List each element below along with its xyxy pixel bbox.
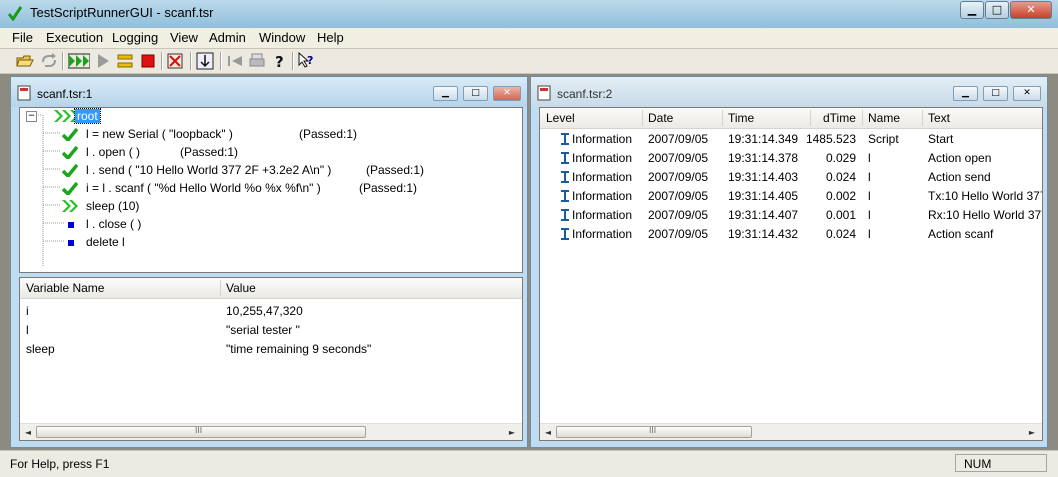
scroll-right-arrow[interactable]: ►: [506, 426, 518, 439]
column-variable-name[interactable]: Variable Name: [26, 281, 104, 295]
info-level-icon: [561, 133, 569, 145]
context-help-icon[interactable]: ?: [298, 52, 316, 70]
pending-bullet-icon: [68, 222, 74, 228]
log-header: Level Date Time dTime Name Text: [540, 108, 1042, 129]
log-window-minimize-button[interactable]: ▁: [953, 86, 978, 101]
run-all-icon[interactable]: [68, 52, 90, 70]
maximize-button[interactable]: □: [985, 1, 1009, 19]
menu-help[interactable]: Help: [317, 30, 344, 45]
info-level-icon: [561, 209, 569, 221]
scroll-thumb[interactable]: III: [556, 426, 752, 438]
column-dtime[interactable]: dTime: [823, 111, 856, 125]
log-window-title-bar[interactable]: scanf.tsr:2 ▁ □ ✕: [531, 77, 1047, 107]
script-window-title-bar[interactable]: scanf.tsr:1 ▁ □ ✕: [11, 77, 527, 107]
variables-horizontal-scrollbar[interactable]: ◄ III ►: [20, 423, 522, 440]
refresh-icon[interactable]: [40, 52, 58, 70]
close-button[interactable]: ✕: [1010, 1, 1052, 19]
menu-admin[interactable]: Admin: [209, 30, 246, 45]
minimize-button[interactable]: ▁: [960, 1, 984, 19]
column-date[interactable]: Date: [648, 111, 673, 125]
running-arrows-icon: [62, 200, 78, 212]
info-level-icon: [561, 171, 569, 183]
print-icon[interactable]: [248, 52, 266, 70]
log-list[interactable]: Level Date Time dTime Name Text Informat…: [539, 107, 1043, 441]
menu-bar: File Execution Logging View Admin Window…: [0, 28, 1058, 49]
document-icon: [17, 85, 31, 101]
passed-check-icon: [62, 181, 78, 195]
breakpoint-icon[interactable]: [166, 52, 184, 70]
script-window-maximize-button[interactable]: □: [463, 86, 488, 101]
log-window-close-button[interactable]: ✕: [1013, 86, 1041, 101]
menu-file[interactable]: File: [12, 30, 33, 45]
svg-text:?: ?: [307, 54, 313, 67]
document-icon: [537, 85, 551, 101]
variables-header: Variable Name Value: [20, 278, 522, 299]
status-help-text: For Help, press F1: [10, 457, 110, 471]
info-level-icon: [561, 228, 569, 240]
open-folder-icon[interactable]: [16, 52, 34, 70]
column-value[interactable]: Value: [226, 281, 256, 295]
variables-list[interactable]: Variable Name Value i 10,255,47,320 l "s…: [19, 277, 523, 441]
num-lock-indicator: NUM: [955, 454, 1047, 472]
play-icon[interactable]: [94, 52, 112, 70]
column-name[interactable]: Name: [868, 111, 900, 125]
toolbar: ? ?: [0, 49, 1058, 74]
script-window-close-button[interactable]: ✕: [493, 86, 521, 101]
script-window[interactable]: scanf.tsr:1 ▁ □ ✕ − root l = new Serial …: [10, 76, 528, 448]
log-horizontal-scrollbar[interactable]: ◄ III ►: [540, 423, 1042, 440]
menu-view[interactable]: View: [170, 30, 198, 45]
info-level-icon: [561, 152, 569, 164]
rewind-icon[interactable]: [226, 52, 244, 70]
scroll-left-arrow[interactable]: ◄: [22, 426, 34, 439]
column-text[interactable]: Text: [928, 111, 950, 125]
tree-root-node[interactable]: root: [74, 108, 101, 124]
app-check-icon: [7, 6, 23, 21]
info-level-icon: [561, 190, 569, 202]
scroll-thumb[interactable]: III: [36, 426, 366, 438]
script-window-title: scanf.tsr:1: [37, 87, 93, 101]
column-time[interactable]: Time: [728, 111, 754, 125]
scroll-left-arrow[interactable]: ◄: [542, 426, 554, 439]
column-level[interactable]: Level: [546, 111, 575, 125]
script-tree-view[interactable]: − root l = new Serial ( "loopback" ) (Pa…: [19, 107, 523, 273]
mdi-client-area: scanf.tsr:1 ▁ □ ✕ − root l = new Serial …: [0, 74, 1058, 450]
log-window[interactable]: scanf.tsr:2 ▁ □ ✕ Level Date Time dTime …: [530, 76, 1048, 448]
passed-check-icon: [62, 145, 78, 159]
menu-execution[interactable]: Execution: [46, 30, 103, 45]
scroll-lock-icon[interactable]: [196, 52, 214, 70]
scroll-right-arrow[interactable]: ►: [1026, 426, 1038, 439]
about-icon[interactable]: ?: [270, 52, 288, 70]
window-title-bar[interactable]: TestScriptRunnerGUI - scanf.tsr ▁ □ ✕: [0, 0, 1058, 29]
passed-check-icon: [62, 127, 78, 141]
stop-icon[interactable]: [139, 52, 157, 70]
window-title: TestScriptRunnerGUI - scanf.tsr: [30, 5, 214, 20]
log-window-maximize-button[interactable]: □: [983, 86, 1008, 101]
svg-text:?: ?: [275, 53, 284, 70]
step-icon[interactable]: [116, 52, 134, 70]
menu-logging[interactable]: Logging: [112, 30, 158, 45]
passed-check-icon: [62, 163, 78, 177]
script-window-minimize-button[interactable]: ▁: [433, 86, 458, 101]
log-window-title: scanf.tsr:2: [557, 87, 613, 101]
status-bar: For Help, press F1 NUM: [0, 450, 1058, 477]
pending-bullet-icon: [68, 240, 74, 246]
menu-window[interactable]: Window: [259, 30, 305, 45]
